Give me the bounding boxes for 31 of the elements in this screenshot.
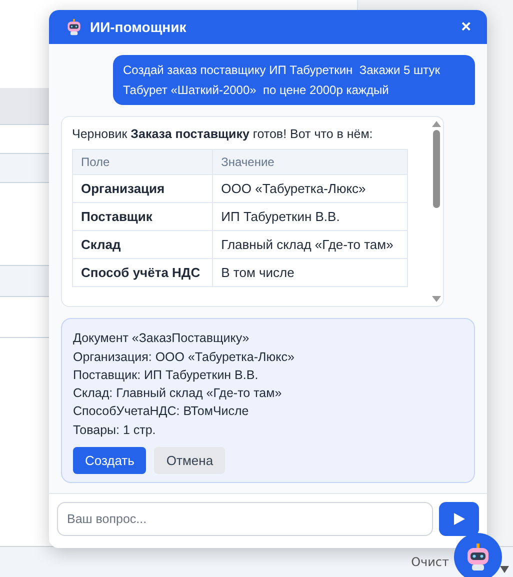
document-line: Склад: Главный склад «Где-то там» <box>73 385 283 402</box>
scroll-up-icon[interactable] <box>432 121 440 128</box>
table-cell: Поставщик <box>72 202 213 231</box>
column-header: Поле <box>72 150 213 175</box>
chat-title: ИИ-помощник <box>90 19 188 36</box>
bot-message-text: Черновик Заказа поставщику готов! Вот что в нём: <box>72 127 374 142</box>
table-cell: ООО «Табуретка-Люкс» <box>212 174 408 203</box>
document-line: Поставщик: ИП Табуреткин В.В. <box>73 366 260 384</box>
create-button[interactable]: Создать <box>73 447 146 474</box>
document-line: Документ «ЗаказПоставщику» <box>73 330 250 348</box>
user-message: Создай заказ поставщику ИП Табуреткин Закажи 5 штук Табурет «Шаткий-2000» по цене 2000р каждый <box>113 55 475 106</box>
table-cell: ИП Табуреткин В.В. <box>212 202 408 231</box>
close-button[interactable]: × <box>457 17 475 38</box>
table-cell: Склад <box>72 230 213 259</box>
cancel-button[interactable]: Отмена <box>154 447 226 474</box>
table-cell: Организация <box>72 174 213 203</box>
robot-icon <box>65 18 83 36</box>
send-button[interactable] <box>439 502 479 536</box>
clear-link-text[interactable]: Очист <box>411 555 449 569</box>
table-cell: В том числе <box>212 258 408 287</box>
document-line: Организация: ООО «Табуретка-Люкс» <box>73 348 296 366</box>
column-header: Значение <box>212 150 408 175</box>
scrollbar-thumb[interactable] <box>432 130 440 208</box>
scroll-down-icon[interactable] <box>432 296 440 302</box>
question-input-field[interactable]: Ваш вопрос... <box>57 502 433 536</box>
table-cell: Способ учёта НДС <box>72 258 213 287</box>
send-icon <box>454 513 464 525</box>
document-line: Товары: 1 стр. <box>73 422 157 439</box>
table-cell: Главный склад «Где-то там» <box>212 230 408 259</box>
dropdown-arrow-icon[interactable] <box>500 566 509 573</box>
document-line: СпособУчетаНДС: ВТомЧисле <box>73 403 250 420</box>
